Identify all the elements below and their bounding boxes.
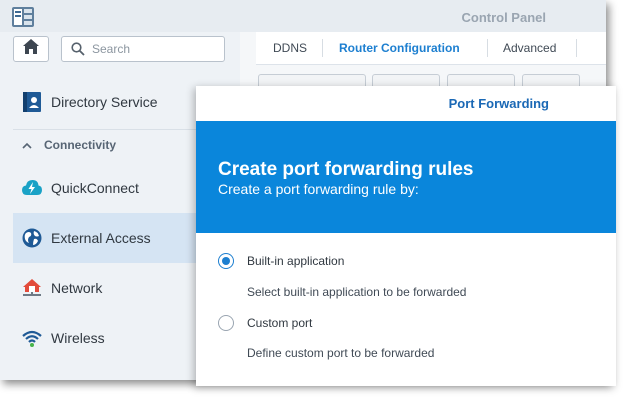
- search-input[interactable]: [92, 40, 217, 58]
- tab-ddns[interactable]: DDNS: [273, 41, 307, 55]
- control-panel-icon: [12, 7, 34, 27]
- section-label: Connectivity: [44, 138, 117, 152]
- banner-subtitle: Create a port forwarding rule by:: [218, 181, 419, 197]
- option-built-in-application[interactable]: Built-in application: [218, 253, 344, 269]
- sidebar-item-label: QuickConnect: [51, 180, 139, 196]
- directory-service-icon: [22, 92, 42, 112]
- search-box[interactable]: [61, 36, 225, 62]
- port-forwarding-dialog: Port Forwarding Create port forwarding r…: [196, 86, 616, 386]
- sidebar-item-label: Wireless: [51, 330, 105, 346]
- radio-custom-port[interactable]: [218, 315, 234, 331]
- sidebar-item-label: Directory Service: [51, 94, 158, 110]
- dialog-banner: Create port forwarding rules Create a po…: [196, 121, 616, 233]
- option-description: Select built-in application to be forwar…: [247, 285, 467, 299]
- banner-title: Create port forwarding rules: [218, 159, 474, 180]
- wifi-icon: [22, 328, 42, 348]
- option-custom-port[interactable]: Custom port: [218, 315, 312, 331]
- dialog-title-bar: Port Forwarding: [196, 86, 606, 120]
- tab-divider: [487, 39, 488, 57]
- network-icon: [22, 278, 42, 298]
- option-label: Custom port: [247, 316, 313, 330]
- option-label: Built-in application: [247, 254, 345, 268]
- search-icon: [71, 42, 85, 61]
- quickconnect-icon: [22, 178, 42, 198]
- radio-built-in-application[interactable]: [218, 253, 234, 269]
- tab-router-configuration[interactable]: Router Configuration: [339, 41, 460, 55]
- sidebar-item-label: External Access: [51, 230, 151, 246]
- tab-bar: DDNS Router Configuration Advanced: [256, 32, 606, 65]
- tab-divider: [322, 39, 323, 57]
- chevron-up-icon: [22, 138, 32, 152]
- tab-divider: [576, 39, 577, 57]
- title-bar: Control Panel: [0, 0, 606, 32]
- sidebar-item-label: Network: [51, 280, 103, 296]
- home-icon: [23, 39, 39, 59]
- option-description: Define custom port to be forwarded: [247, 346, 435, 360]
- globe-icon: [22, 228, 42, 248]
- window-title: Control Panel: [461, 10, 546, 25]
- home-button[interactable]: [13, 36, 49, 62]
- tab-advanced[interactable]: Advanced: [503, 41, 556, 55]
- dialog-title: Port Forwarding: [448, 96, 549, 111]
